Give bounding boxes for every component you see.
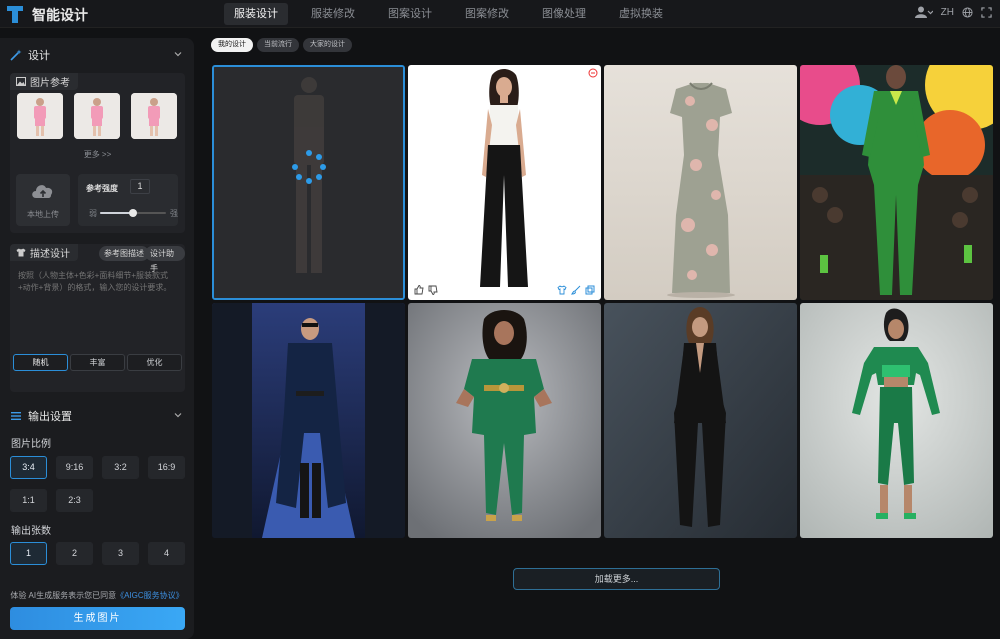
reference-strength-panel: 参考强度 1 弱 强 — [78, 174, 178, 226]
gallery-item-8[interactable] — [800, 303, 993, 538]
nav-image-process[interactable]: 图像处理 — [532, 3, 596, 25]
user-icon[interactable] — [914, 6, 933, 18]
image-reference-title: 图片参考 — [30, 78, 70, 89]
thumbs-up-icon[interactable] — [414, 285, 424, 295]
gallery-item-4[interactable] — [800, 65, 993, 300]
shirt-edit-icon[interactable] — [557, 285, 567, 295]
image-actions — [414, 285, 595, 295]
describe-design-header: 描述设计 — [10, 244, 78, 261]
fullscreen-icon[interactable] — [981, 6, 992, 18]
magic-wand-icon — [10, 49, 22, 61]
app-logo-icon — [7, 6, 23, 23]
agreement-text: 体验 AI生成服务表示您已同意 — [10, 591, 117, 600]
ratio-1-1[interactable]: 1:1 — [10, 489, 47, 512]
reference-thumb-2[interactable] — [74, 93, 120, 139]
count-3[interactable]: 3 — [102, 542, 139, 565]
gallery-item-6[interactable] — [408, 303, 601, 538]
aigc-agreement-link[interactable]: 《AIGC服务协议》 — [116, 591, 184, 600]
reference-strength-label: 参考强度 — [86, 184, 118, 193]
settings-sliders-icon — [11, 412, 21, 420]
count-4[interactable]: 4 — [148, 542, 185, 565]
top-right-tools: ZH — [914, 6, 992, 18]
tab-my-designs[interactable]: 我的设计 — [211, 38, 253, 52]
chevron-down-icon — [174, 52, 182, 57]
describe-design-title: 描述设计 — [30, 249, 70, 260]
mode-optimize-button[interactable]: 优化 — [127, 354, 182, 371]
ratio-16-9[interactable]: 16:9 — [148, 456, 185, 479]
more-references-link[interactable]: 更多 >> — [10, 149, 185, 160]
gallery-item-2[interactable] — [408, 65, 601, 300]
design-section-header[interactable]: 设计 — [10, 46, 184, 64]
nav-clothing-design[interactable]: 服装设计 — [224, 3, 288, 25]
gallery-item-5[interactable] — [212, 303, 405, 538]
count-2[interactable]: 2 — [56, 542, 93, 565]
load-more-button[interactable]: 加载更多... — [513, 568, 720, 590]
agreement-notice: 体验 AI生成服务表示您已同意《AIGC服务协议》 — [0, 590, 194, 601]
slider-handle[interactable] — [129, 209, 137, 217]
image-icon — [16, 77, 26, 86]
weak-label: 弱 — [89, 209, 97, 218]
image-reference-header: 图片参考 — [10, 73, 78, 90]
thumbs-down-icon[interactable] — [428, 285, 438, 295]
reference-strength-slider[interactable] — [100, 209, 166, 217]
ratio-3-2[interactable]: 3:2 — [102, 456, 139, 479]
tab-trending[interactable]: 当前流行 — [257, 38, 299, 52]
local-upload-button[interactable]: 本地上传 — [16, 174, 70, 226]
ratio-2-3[interactable]: 2:3 — [56, 489, 93, 512]
nav-clothing-modify[interactable]: 服装修改 — [301, 3, 365, 25]
globe-icon[interactable] — [962, 6, 973, 18]
mode-random-button[interactable]: 随机 — [13, 354, 68, 371]
gallery-item-3[interactable] — [604, 65, 797, 300]
language-label[interactable]: ZH — [941, 7, 954, 18]
ratio-9-16[interactable]: 9:16 — [56, 456, 93, 479]
chevron-down-icon — [174, 413, 182, 418]
design-prompt-input[interactable] — [14, 266, 181, 354]
ratio-label: 图片比例 — [11, 439, 51, 450]
gallery-tabs: 我的设计 当前流行 大家的设计 — [211, 38, 352, 52]
app-title: 智能设计 — [32, 7, 88, 23]
output-section-header[interactable]: 输出设置 — [10, 407, 184, 425]
reference-strength-input[interactable]: 1 — [130, 179, 150, 194]
generate-image-button[interactable]: 生成图片 — [10, 607, 185, 630]
top-bar: 智能设计 服装设计 服装修改 图案设计 图案修改 图像处理 虚拟换装 ZH — [0, 0, 1000, 28]
image-reference-card: 图片参考 更多 >> 本地上传 参考强度 1 弱 强 — [10, 73, 185, 233]
nav-virtual-tryon[interactable]: 虚拟换装 — [609, 3, 673, 25]
design-assistant-button[interactable]: 设计助手 — [145, 246, 185, 273]
gallery-item-7[interactable] — [604, 303, 797, 538]
shirt-icon — [16, 248, 26, 257]
reference-thumb-3[interactable] — [131, 93, 177, 139]
cloud-upload-icon — [32, 185, 53, 198]
local-upload-label: 本地上传 — [27, 210, 59, 219]
main-nav: 服装设计 服装修改 图案设计 图案修改 图像处理 虚拟换装 — [224, 3, 686, 25]
output-section-title: 输出设置 — [28, 411, 72, 423]
sidebar: 设计 图片参考 更多 >> 本地上传 参考强度 1 弱 强 描述设计 参考图描述… — [0, 38, 194, 639]
ref-image-describe-button[interactable]: 参考图描述 — [99, 246, 149, 261]
tab-everyone-designs[interactable]: 大家的设计 — [303, 38, 352, 52]
nav-pattern-modify[interactable]: 图案修改 — [455, 3, 519, 25]
count-label: 输出张数 — [11, 526, 51, 537]
ratio-3-4[interactable]: 3:4 — [10, 456, 47, 479]
count-1[interactable]: 1 — [10, 542, 47, 565]
mode-rich-button[interactable]: 丰富 — [70, 354, 125, 371]
gallery-item-loading[interactable] — [212, 65, 405, 300]
reference-thumb-1[interactable] — [17, 93, 63, 139]
design-section-title: 设计 — [28, 50, 50, 62]
nav-pattern-design[interactable]: 图案设计 — [378, 3, 442, 25]
describe-design-card: 描述设计 参考图描述 设计助手 随机 丰富 优化 — [10, 244, 185, 392]
brush-icon[interactable] — [571, 285, 581, 295]
strong-label: 强 — [170, 209, 178, 218]
copy-icon[interactable] — [585, 285, 595, 295]
